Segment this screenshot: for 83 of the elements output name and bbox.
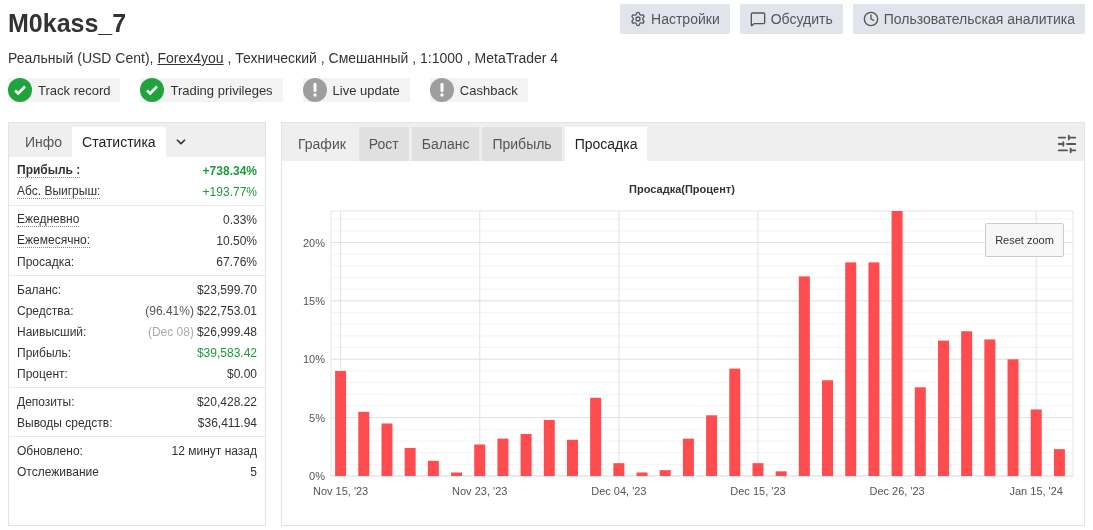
drawdown-bar [566,439,578,476]
stat-label: Обновлено: [17,443,83,458]
y-axis-label: 20% [302,236,325,249]
drawdown-bar [1053,449,1065,476]
y-axis-label: 10% [302,353,325,366]
x-axis-label: Dec 26, '23 [869,485,925,497]
stat-note: (96.41%) [145,303,194,318]
drawdown-bar [520,433,532,476]
stat-value: $39,583.42 [196,345,257,360]
stat-label: Средства: [17,303,74,318]
stat-value: +193.77% [202,184,257,199]
drawdown-bar [474,444,486,476]
stat-value: 5 [250,464,257,479]
header-button[interactable]: Настройки [620,4,730,34]
drawdown-bar [451,472,463,476]
badge-label: Trading privileges [170,82,273,98]
stat-value: 12 минут назад [171,443,257,458]
stat-label: Отслеживание [17,464,99,479]
header-button[interactable]: Пользовательская аналитика [852,4,1085,34]
drawdown-bar [636,472,648,476]
drawdown-bar [427,460,439,476]
stat-label: Ежемесячно: [17,233,90,248]
drawdown-bar [358,411,370,476]
chart-tab[interactable]: Просадка [564,127,648,161]
drawdown-bar [404,448,416,476]
stat-value: $26,999.48 [196,324,257,339]
stat-value: +738.34% [202,163,257,178]
stat-value: $36,411.94 [197,415,257,430]
panel-tab[interactable]: Статистика [72,127,166,157]
chart-tab[interactable]: Рост [358,127,409,161]
badge-label: Track record [38,82,111,98]
y-axis-label: 15% [302,294,325,307]
stat-label: Выводы средств: [17,415,113,430]
stat-value: $22,753.01 [196,303,257,318]
stat-value: $23,599.70 [196,282,257,297]
y-axis-label: 0% [309,470,325,482]
settings-icon [630,11,647,27]
stat-label: Наивысший: [17,324,87,339]
stat-label: Просадка: [17,254,75,269]
stat-note: (Dec 08) [147,324,194,339]
stat-value: $0.00 [226,366,257,381]
drawdown-bar [682,438,694,476]
x-axis-label: Jan 15, '24 [1009,485,1063,497]
stat-value: 0.33% [222,212,257,227]
drawdown-bar [613,463,625,476]
x-axis-label: Dec 04, '23 [591,485,647,497]
stat-label: Депозиты: [17,394,75,409]
x-axis-label: Dec 15, '23 [730,485,786,497]
drawdown-bar [706,415,718,476]
panel-tab[interactable]: Инфо [15,127,73,157]
chart-heading: График [297,135,347,154]
header-button[interactable]: Обсудить [739,4,843,34]
stat-label: Ежедневно [17,212,80,227]
stat-label: Баланс: [17,282,62,297]
drawdown-bar [381,423,393,476]
stat-value: 10.50% [216,233,257,248]
speech-bubble-icon [749,11,766,27]
stat-label: Абс. Выигрыш: [17,184,101,199]
reset-zoom-button[interactable]: Reset zoom [985,223,1064,257]
drawdown-bar [497,438,509,476]
chart-title: Просадка(Процент) [629,183,735,195]
y-axis-label: 5% [309,411,325,424]
broker-link[interactable]: Forex4you [157,50,224,66]
account-details: Реальный (USD Cent), Forex4you , Технический , Смешанный , 1:1000 , MetaTrader 4 [8,50,560,66]
filter-icon[interactable] [1056,133,1078,155]
badge-label: Cashback [459,82,518,98]
drawdown-bar [752,463,764,476]
stat-label: Прибыль : [17,163,81,178]
badge-label: Live update [332,82,400,98]
drawdown-bar [1030,409,1042,476]
stat-value: $20,428.22 [196,394,257,409]
stat-label: Прибыль: [17,345,72,360]
stat-label: Процент: [17,366,68,381]
stat-value: 67.76% [216,254,257,269]
x-axis-label: Nov 15, '23 [312,485,369,497]
chart-tab[interactable]: Прибыль [482,127,562,161]
account-title: M0kass_7 [8,8,127,38]
clock-icon [862,11,879,27]
drawdown-bar [775,471,787,476]
x-axis-label: Nov 23, '23 [452,485,508,497]
chart-tab[interactable]: Баланс [411,127,480,161]
drawdown-bar [543,419,555,476]
drawdown-bar [659,470,671,476]
